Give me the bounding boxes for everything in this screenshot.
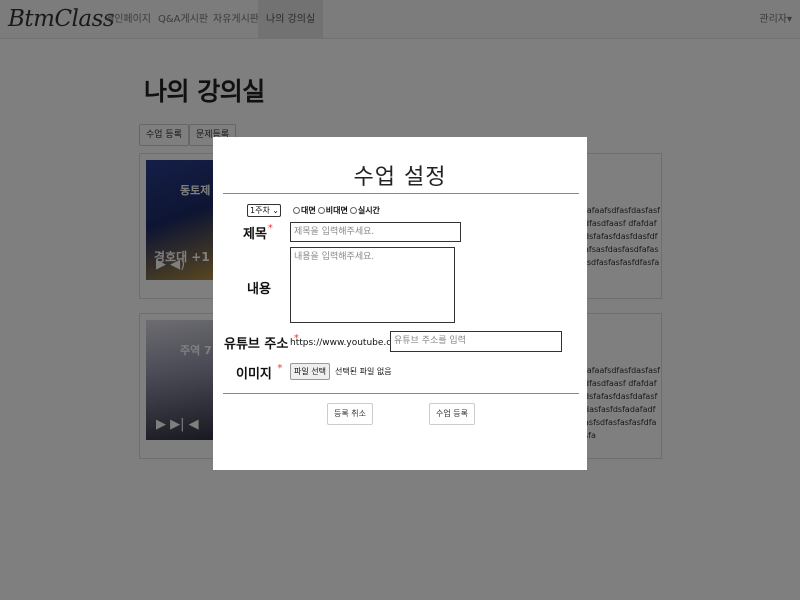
radio-live[interactable]: 실시간	[349, 205, 380, 216]
week-select-value: 1주차	[250, 206, 270, 215]
chevron-down-icon: ⌄	[272, 206, 279, 215]
submit-class-button[interactable]: 수업 등록	[429, 403, 475, 425]
required-mark: *	[267, 223, 273, 234]
title-label-text: 제목	[243, 227, 267, 242]
content-label: 내용	[247, 282, 271, 297]
class-settings-modal: 수업 설정 1주차 ⌄ 대면 비대면 실시간 제목* 제목을 입력해주세요. 내용…	[213, 137, 587, 470]
required-mark: *	[277, 363, 283, 374]
content-textarea[interactable]: 내용을 입력해주세요.	[290, 247, 455, 323]
youtube-label: 유튜브 주소 *	[224, 333, 299, 352]
youtube-url-input[interactable]: 유튜브 주소를 입력	[390, 331, 562, 352]
image-label-text: 이미지	[236, 367, 272, 382]
modal-title: 수업 설정	[353, 165, 447, 190]
radio-label: 대면	[301, 206, 316, 215]
cancel-button[interactable]: 등록 취소	[327, 403, 373, 425]
file-status-text: 선택된 파일 없음	[335, 367, 392, 376]
radio-circle-icon[interactable]	[293, 207, 300, 214]
class-type-radio-group: 대면 비대면 실시간	[293, 205, 380, 216]
radio-online[interactable]: 비대면	[317, 205, 348, 216]
radio-label: 비대면	[325, 206, 348, 215]
title-input[interactable]: 제목을 입력해주세요.	[290, 222, 461, 242]
radio-circle-icon[interactable]	[349, 207, 357, 214]
youtube-label-text: 유튜브 주소	[224, 337, 289, 352]
radio-label: 실시간	[357, 206, 380, 215]
radio-circle-icon[interactable]	[317, 207, 325, 214]
footer-divider	[223, 393, 579, 394]
week-select[interactable]: 1주차 ⌄	[247, 204, 281, 217]
radio-in-person[interactable]: 대면	[293, 205, 316, 216]
image-label: 이미지 *	[236, 363, 282, 382]
file-select-button[interactable]: 파일 선택	[290, 363, 330, 380]
title-label: 제목*	[243, 223, 273, 242]
title-divider	[223, 193, 579, 194]
